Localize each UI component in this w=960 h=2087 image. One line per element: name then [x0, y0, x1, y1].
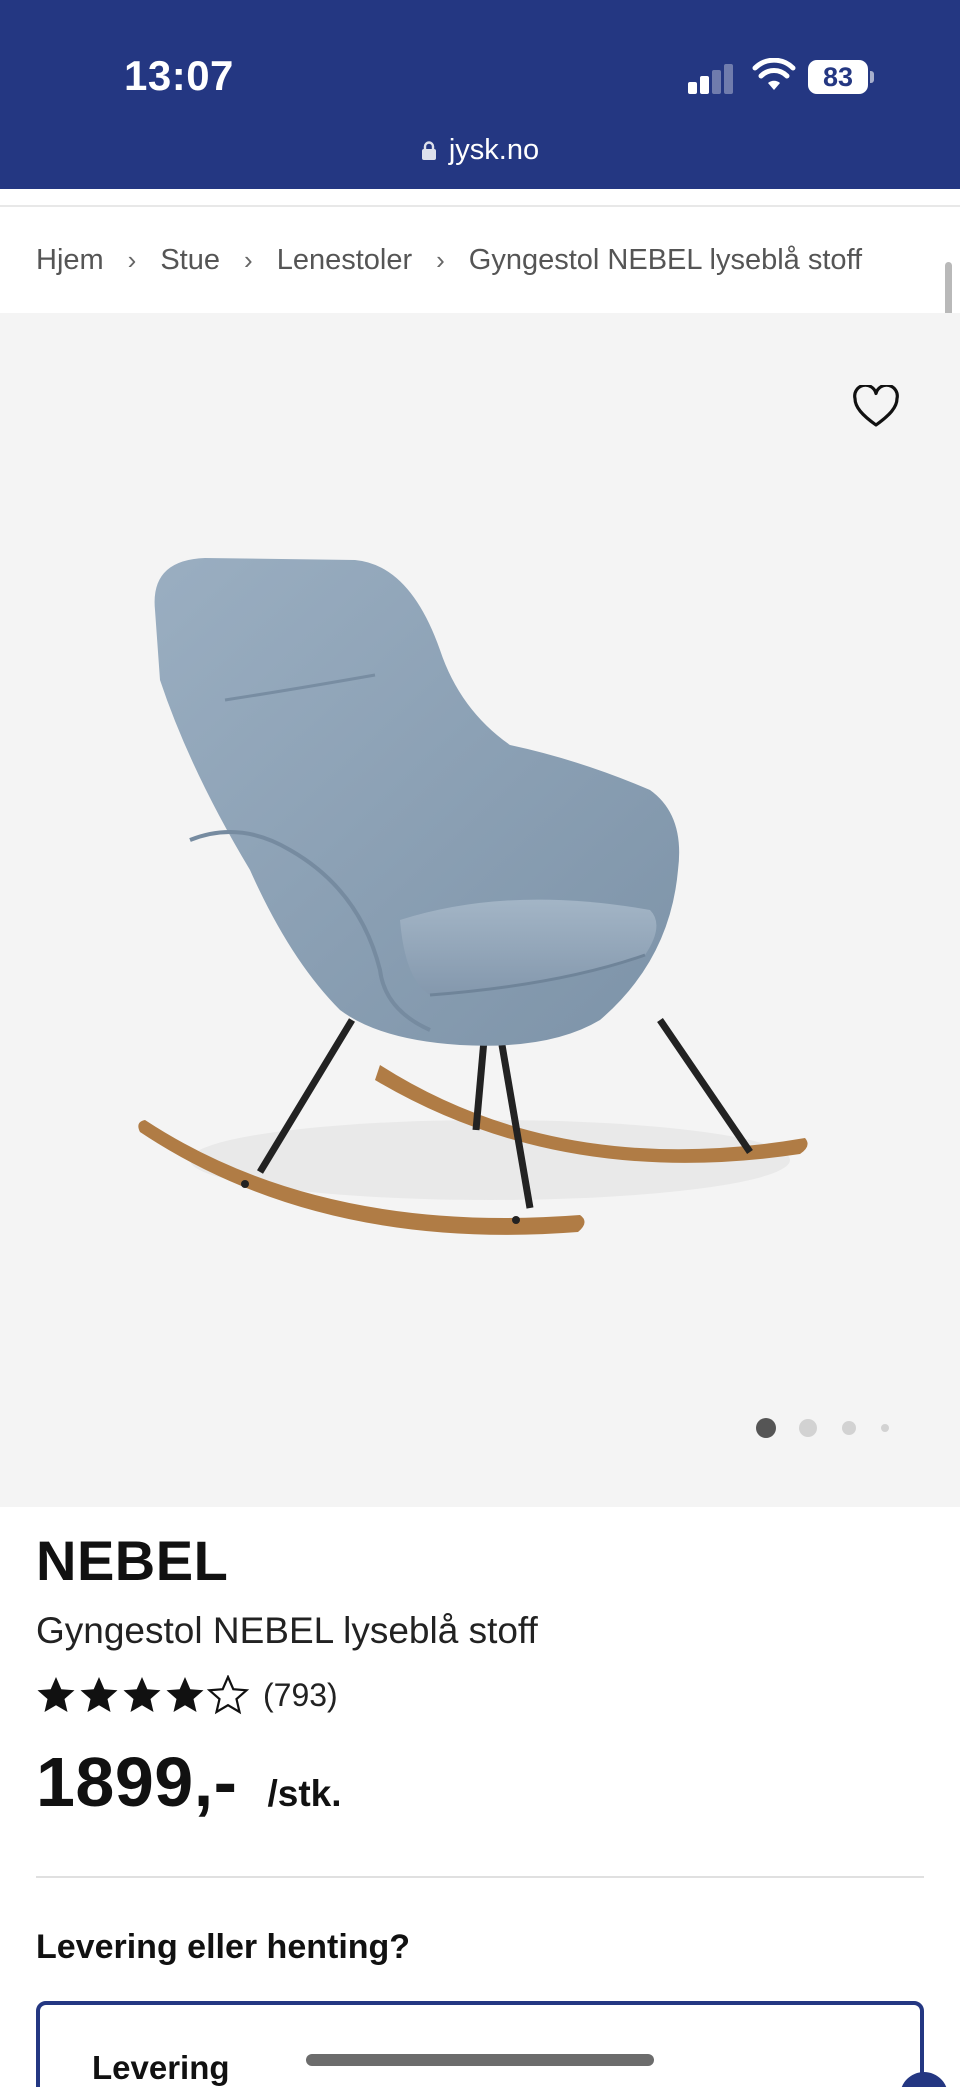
star-icon — [123, 1677, 161, 1712]
browser-top-bar: 13:07 83 jysk.no — [0, 0, 960, 189]
star-rating-icons — [37, 1675, 248, 1714]
price-unit: /stk. — [267, 1773, 342, 1814]
price-row: 1899,- /stk. — [36, 1742, 342, 1821]
battery-level: 83 — [808, 60, 868, 94]
chevron-right-icon: › — [127, 244, 137, 275]
product-brand: NEBEL — [36, 1529, 229, 1592]
gallery-dot[interactable] — [842, 1421, 856, 1435]
star-icon — [80, 1677, 118, 1712]
breadcrumb-item-home[interactable]: Hjem — [36, 244, 104, 277]
battery-indicator: 83 — [808, 60, 874, 94]
chevron-right-icon: › — [436, 244, 445, 275]
breadcrumb-item-lenestoler[interactable]: Lenestoler — [277, 244, 412, 277]
product-image-rocking-chair — [138, 558, 808, 1235]
star-icon — [166, 1677, 204, 1712]
review-count[interactable]: (793) — [263, 1677, 338, 1714]
half-star-icon — [208, 1675, 248, 1714]
header-divider — [0, 205, 960, 207]
battery-tip — [870, 71, 874, 83]
breadcrumb: Hjem › Stue › Lenestoler › Gyngestol NEB… — [36, 240, 862, 280]
section-divider — [36, 1876, 924, 1878]
delivery-option-card[interactable]: Levering — [36, 2001, 924, 2087]
gallery-dot-active[interactable] — [756, 1418, 776, 1438]
product-name: Gyngestol NEBEL lyseblå stoff — [36, 1610, 538, 1651]
lock-icon — [421, 141, 436, 160]
address-bar[interactable]: jysk.no — [0, 134, 960, 167]
breadcrumb-item-current: Gyngestol NEBEL lyseblå stoff — [468, 243, 863, 276]
star-icon — [37, 1677, 75, 1712]
delivery-option-label: Levering — [92, 2049, 230, 2086]
product-rating[interactable]: (793) — [36, 1672, 338, 1718]
delivery-section-title: Levering eller henting? — [36, 1928, 411, 1966]
product-price: 1899,- — [36, 1743, 238, 1821]
gallery-dot[interactable] — [881, 1424, 889, 1432]
gallery-dot[interactable] — [799, 1419, 817, 1437]
heart-outline-icon[interactable] — [852, 385, 900, 429]
url-text: jysk.no — [448, 134, 540, 166]
chevron-right-icon: › — [244, 244, 253, 275]
wifi-icon — [752, 58, 796, 90]
gallery-pagination — [0, 1416, 960, 1440]
cellular-signal-icon — [688, 64, 734, 94]
home-indicator — [306, 2054, 654, 2066]
status-time: 13:07 — [124, 52, 234, 99]
breadcrumb-item-stue[interactable]: Stue — [160, 244, 220, 277]
